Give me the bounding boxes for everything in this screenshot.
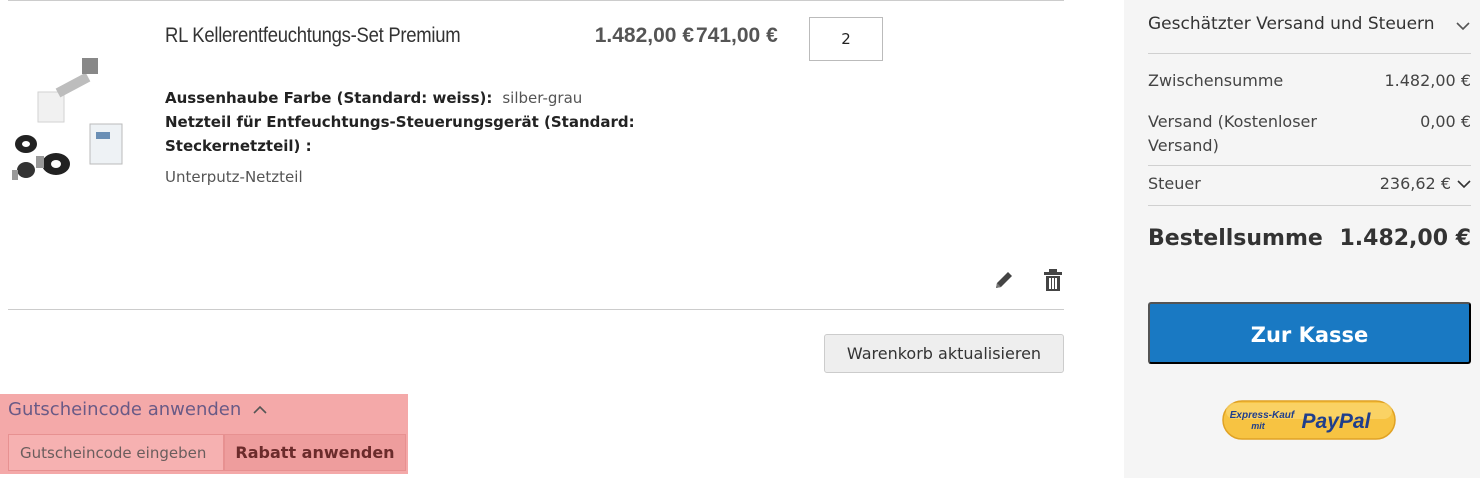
chevron-down-icon	[1456, 22, 1470, 31]
update-cart-button[interactable]: Warenkorb aktualisieren	[824, 334, 1064, 373]
paypal-line1: Express-Kauf	[1230, 410, 1296, 421]
tax-label: Steuer	[1148, 174, 1201, 193]
product-options: Aussenhaube Farbe (Standard: weiss): silb…	[165, 86, 685, 189]
subtotal-row: Zwischensumme 1.482,00 €	[1148, 71, 1471, 90]
coupon-toggle[interactable]: Gutscheincode anwenden	[8, 399, 267, 420]
tax-value: 236,62 €	[1379, 174, 1451, 193]
apply-discount-button[interactable]: Rabatt anwenden	[224, 434, 406, 471]
shipping-label: Versand (Kostenloser Versand)	[1148, 112, 1317, 155]
tax-row[interactable]: Steuer 236,62 €	[1148, 174, 1471, 193]
cart-area: RL Kellerentfeuchtungs-Set Premium 741,0…	[0, 0, 1124, 478]
chevron-down-icon	[1457, 179, 1471, 188]
unit-price: 741,00 €	[696, 24, 778, 47]
product-image[interactable]	[8, 52, 140, 188]
subtotal-label: Zwischensumme	[1148, 71, 1284, 90]
option-value: silber-grau	[502, 89, 583, 107]
divider	[1148, 53, 1471, 54]
order-summary: Geschätzter Versand und Steuern Zwischen…	[1124, 0, 1480, 478]
option-value: Unterputz-Netzteil	[165, 168, 303, 186]
option-label: Netzteil für Entfeuchtungs-Steuerungsger…	[165, 113, 635, 155]
shipping-row: Versand (Kostenloser Versand) 0,00 €	[1148, 110, 1471, 158]
shipping-estimate-toggle[interactable]: Geschätzter Versand und Steuern	[1148, 14, 1471, 34]
paypal-express-button[interactable]: Express-Kauf mit PayPal	[1222, 400, 1396, 440]
chevron-up-icon	[253, 405, 267, 414]
checkout-button[interactable]: Zur Kasse	[1148, 302, 1471, 364]
divider	[8, 309, 1064, 310]
order-total-row: Bestellsumme 1.482,00 €	[1148, 226, 1471, 251]
quantity-input[interactable]	[809, 17, 883, 61]
divider	[1148, 205, 1471, 206]
item-subtotal: 1.482,00 €	[594, 24, 694, 47]
paypal-logo: PayPal	[1302, 410, 1372, 433]
order-total-label: Bestellsumme	[1148, 226, 1323, 251]
edit-item-button[interactable]	[990, 266, 1018, 294]
subtotal-value: 1.482,00 €	[1384, 71, 1471, 90]
pencil-icon	[996, 272, 1012, 288]
divider	[1148, 165, 1471, 166]
shipping-value: 0,00 €	[1420, 112, 1471, 131]
delete-item-button[interactable]	[1039, 266, 1067, 294]
option-label: Aussenhaube Farbe (Standard: weiss):	[165, 89, 493, 107]
product-name[interactable]: RL Kellerentfeuchtungs-Set Premium	[165, 24, 461, 48]
coupon-title: Gutscheincode anwenden	[8, 399, 242, 420]
order-total-value: 1.482,00 €	[1339, 226, 1471, 251]
trash-icon	[1044, 269, 1062, 291]
divider	[8, 0, 1064, 1]
paypal-line2: mit	[1251, 421, 1266, 431]
coupon-section: Gutscheincode anwenden Rabatt anwenden	[0, 394, 408, 474]
shipping-estimate-label: Geschätzter Versand und Steuern	[1148, 14, 1435, 34]
coupon-code-input[interactable]	[8, 434, 224, 471]
